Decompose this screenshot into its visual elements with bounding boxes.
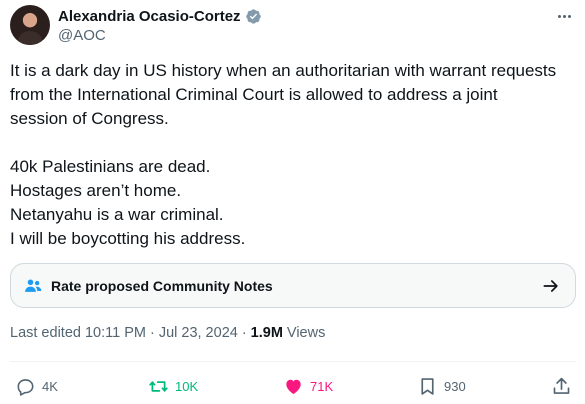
heart-icon	[286, 379, 301, 394]
share-button[interactable]	[551, 372, 572, 400]
avatar[interactable]	[10, 5, 50, 45]
tweet-line: Netanyahu is a war criminal.	[10, 205, 224, 224]
display-name[interactable]: Alexandria Ocasio-Cortez	[58, 8, 241, 25]
tweet-paragraph-2: 40k Palestinians are dead. Hostages aren…	[10, 155, 576, 251]
divider	[10, 361, 576, 362]
author-names: Alexandria Ocasio-Cortez @AOC	[58, 6, 262, 44]
retweet-icon	[149, 380, 168, 392]
bookmark-icon	[421, 377, 434, 395]
tweet-line: 40k Palestinians are dead.	[10, 157, 211, 176]
bookmark-count: 930	[444, 378, 466, 394]
bookmark-button[interactable]: 930	[417, 372, 466, 400]
tweet-paragraph-1: It is a dark day in US history when an a…	[10, 59, 576, 131]
handle[interactable]: @AOC	[58, 27, 262, 44]
people-icon	[25, 279, 42, 292]
tweet-line: session of Congress.	[10, 109, 169, 128]
reply-icon	[17, 378, 34, 396]
community-notes-label: Rate proposed Community Notes	[51, 277, 273, 294]
arrow-right-icon	[543, 280, 558, 292]
more-options-icon[interactable]	[554, 7, 574, 25]
tweet-text: It is a dark day in US history when an a…	[10, 59, 576, 251]
views-label: Views	[286, 325, 326, 341]
retweet-count: 10K	[175, 378, 199, 394]
tweet-line: from the International Criminal Court is…	[10, 85, 498, 104]
tweet-line: Hostages aren’t home.	[10, 181, 182, 200]
action-bar: 4K 10K 71K 930	[10, 372, 576, 400]
community-notes-button[interactable]: Rate proposed Community Notes	[10, 263, 576, 308]
share-icon	[553, 377, 570, 394]
like-count: 71K	[310, 378, 334, 394]
tweet-line: I will be boycotting his address.	[10, 229, 246, 248]
name-row: Alexandria Ocasio-Cortez	[58, 6, 262, 26]
tweet-header: Alexandria Ocasio-Cortez @AOC	[10, 5, 576, 47]
edited-timestamp[interactable]: Last edited 10:11 PM	[10, 325, 146, 341]
meta-separator: ·	[149, 325, 155, 341]
views-count: 1.9M	[250, 325, 283, 341]
like-button[interactable]: 71K	[283, 372, 333, 400]
retweet-button[interactable]: 10K	[148, 372, 198, 400]
verified-badge-icon	[245, 8, 261, 24]
reply-button[interactable]: 4K	[15, 372, 58, 400]
tweet-meta: Last edited 10:11 PM · Jul 23, 2024 · 1.…	[10, 325, 325, 341]
reply-count: 4K	[42, 378, 58, 394]
meta-separator: ·	[241, 325, 247, 341]
tweet-line: It is a dark day in US history when an a…	[10, 61, 557, 80]
tweet-date[interactable]: Jul 23, 2024	[159, 325, 238, 341]
